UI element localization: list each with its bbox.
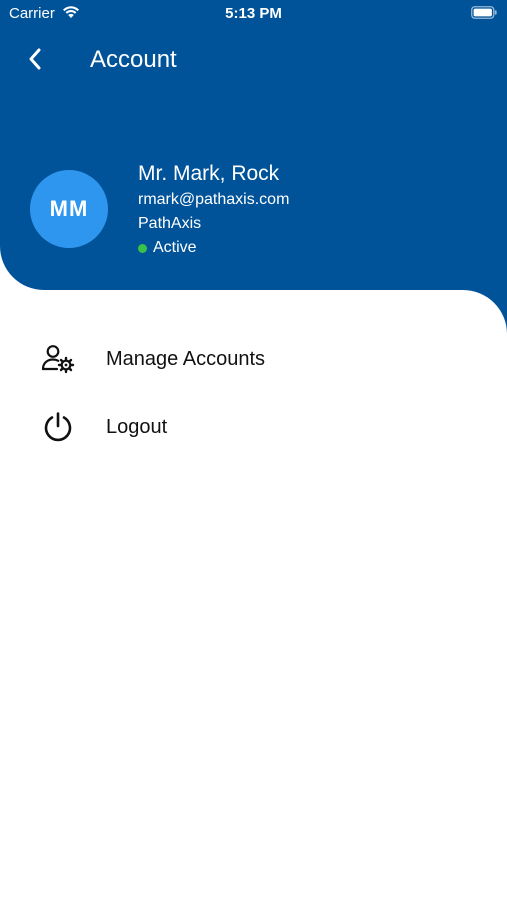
profile-organization: PathAxis (138, 215, 202, 232)
profile-name: Mr. Mark, Rock (138, 162, 280, 185)
status-badge: Active (138, 236, 289, 260)
power-icon (40, 409, 76, 445)
manage-accounts-item[interactable]: Manage Accounts (0, 325, 507, 393)
account-menu: Manage Accounts Logout (0, 325, 507, 461)
manage-accounts-label: Manage Accounts (106, 347, 265, 370)
battery-icon (471, 6, 497, 19)
status-dot-icon (138, 243, 147, 253)
logout-item[interactable]: Logout (0, 393, 507, 461)
profile-info: Mr. Mark, Rock rmark@pathaxis.com PathAx… (138, 160, 289, 260)
status-bar: Carrier 5:13 PM (0, 0, 507, 28)
back-button[interactable] (18, 44, 52, 78)
chevron-left-icon (28, 48, 42, 75)
user-gear-icon (40, 341, 76, 377)
status-time: 5:13 PM (225, 5, 282, 22)
page-title: Account (90, 46, 177, 73)
status-label: Active (153, 239, 197, 256)
logout-label: Logout (106, 415, 168, 438)
avatar: MM (30, 170, 108, 248)
profile-email: rmark@pathaxis.com (138, 191, 290, 208)
